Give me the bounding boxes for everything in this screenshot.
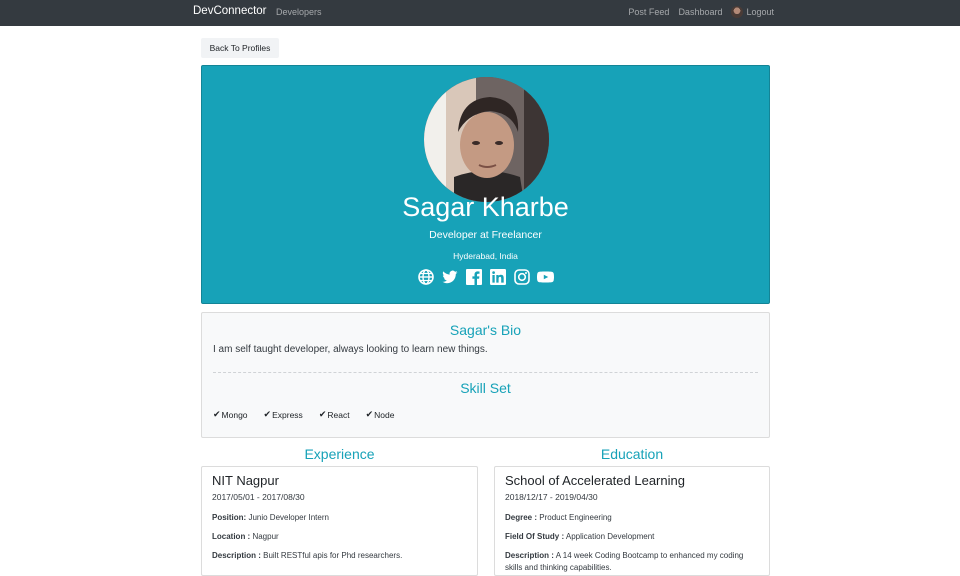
position-label: Position: bbox=[212, 513, 247, 522]
logout-label: Logout bbox=[746, 7, 774, 17]
field-value: Application Development bbox=[565, 532, 655, 541]
profile-location: Hyderabad, India bbox=[453, 251, 518, 261]
profile-header-card: Sagar Kharbe Developer at Freelancer Hyd… bbox=[201, 65, 770, 304]
education-degree: Degree : Product Engineering bbox=[505, 512, 755, 524]
skill-item: ✔ Express bbox=[264, 409, 303, 420]
skill-label: Express bbox=[272, 409, 303, 420]
experience-description: Description : Built RESTful apis for Phd… bbox=[212, 550, 462, 562]
globe-icon[interactable] bbox=[417, 268, 434, 285]
education-field: Field Of Study : Application Development bbox=[505, 531, 755, 543]
description-label: Description : bbox=[505, 551, 554, 560]
education-school: School of Accelerated Learning bbox=[505, 473, 685, 488]
profile-avatar bbox=[424, 77, 549, 202]
education-description: Description : A 14 week Coding Bootcamp … bbox=[505, 550, 755, 574]
nav-link-post-feed[interactable]: Post Feed bbox=[628, 7, 669, 17]
skill-label: React bbox=[327, 409, 350, 420]
check-icon: ✔ bbox=[318, 409, 327, 419]
skill-set-title: Skill Set bbox=[460, 380, 511, 396]
skill-item: ✔ React bbox=[319, 409, 350, 420]
profile-name: Sagar Kharbe bbox=[402, 192, 569, 222]
nav-right-links: Post Feed Dashboard Logout bbox=[628, 6, 774, 18]
skill-label: Mongo bbox=[221, 409, 248, 420]
experience-title: Experience bbox=[304, 446, 375, 462]
facebook-icon[interactable] bbox=[465, 268, 482, 285]
education-dates: 2018/12/17 - 2019/04/30 bbox=[505, 492, 598, 502]
twitter-icon[interactable] bbox=[441, 268, 458, 285]
description-value: Built RESTful apis for Phd researchers. bbox=[263, 551, 403, 560]
logout-link[interactable]: Logout bbox=[731, 6, 774, 18]
profile-role: Developer at Freelancer bbox=[429, 229, 542, 241]
experience-card: NIT Nagpur 2017/05/01 - 2017/08/30 Posit… bbox=[201, 466, 478, 576]
experience-company: NIT Nagpur bbox=[212, 473, 279, 488]
experience-location: Location : Nagpur bbox=[212, 531, 462, 543]
position-value: Junio Developer Intern bbox=[248, 513, 329, 522]
experience-dates: 2017/05/01 - 2017/08/30 bbox=[212, 492, 305, 502]
location-value: Nagpur bbox=[252, 532, 279, 541]
check-icon: ✔ bbox=[365, 409, 374, 419]
skill-item: ✔ Mongo bbox=[213, 409, 248, 420]
back-to-profiles-button[interactable]: Back To Profiles bbox=[201, 38, 279, 58]
user-avatar bbox=[731, 6, 744, 18]
degree-label: Degree : bbox=[505, 513, 538, 522]
nav-link-dashboard[interactable]: Dashboard bbox=[678, 7, 722, 17]
youtube-icon[interactable] bbox=[537, 268, 554, 285]
bio-title: Sagar's Bio bbox=[449, 322, 522, 338]
description-label: Description : bbox=[212, 551, 261, 560]
skills-list: ✔ Mongo ✔ Express ✔ React ✔ Node bbox=[213, 409, 394, 420]
experience-position: Position: Junio Developer Intern bbox=[212, 512, 462, 524]
education-title: Education bbox=[600, 446, 664, 462]
education-card: School of Accelerated Learning 2018/12/1… bbox=[494, 466, 770, 576]
linkedin-icon[interactable] bbox=[489, 268, 506, 285]
bio-card: Sagar's Bio I am self taught developer, … bbox=[201, 312, 770, 438]
location-label: Location : bbox=[212, 532, 251, 541]
instagram-icon[interactable] bbox=[513, 268, 530, 285]
field-label: Field Of Study : bbox=[505, 532, 565, 541]
nav-link-developers[interactable]: Developers bbox=[276, 7, 322, 17]
social-links bbox=[202, 268, 769, 285]
skill-item: ✔ Node bbox=[366, 409, 395, 420]
brand-link[interactable]: DevConnector bbox=[193, 5, 267, 17]
check-icon: ✔ bbox=[263, 409, 272, 419]
degree-value: Product Engineering bbox=[539, 513, 612, 522]
divider bbox=[213, 372, 758, 373]
check-icon: ✔ bbox=[213, 409, 221, 419]
navbar: DevConnector Developers Post Feed Dashbo… bbox=[0, 0, 960, 26]
skill-label: Node bbox=[374, 409, 395, 420]
bio-text: I am self taught developer, always looki… bbox=[213, 344, 488, 355]
